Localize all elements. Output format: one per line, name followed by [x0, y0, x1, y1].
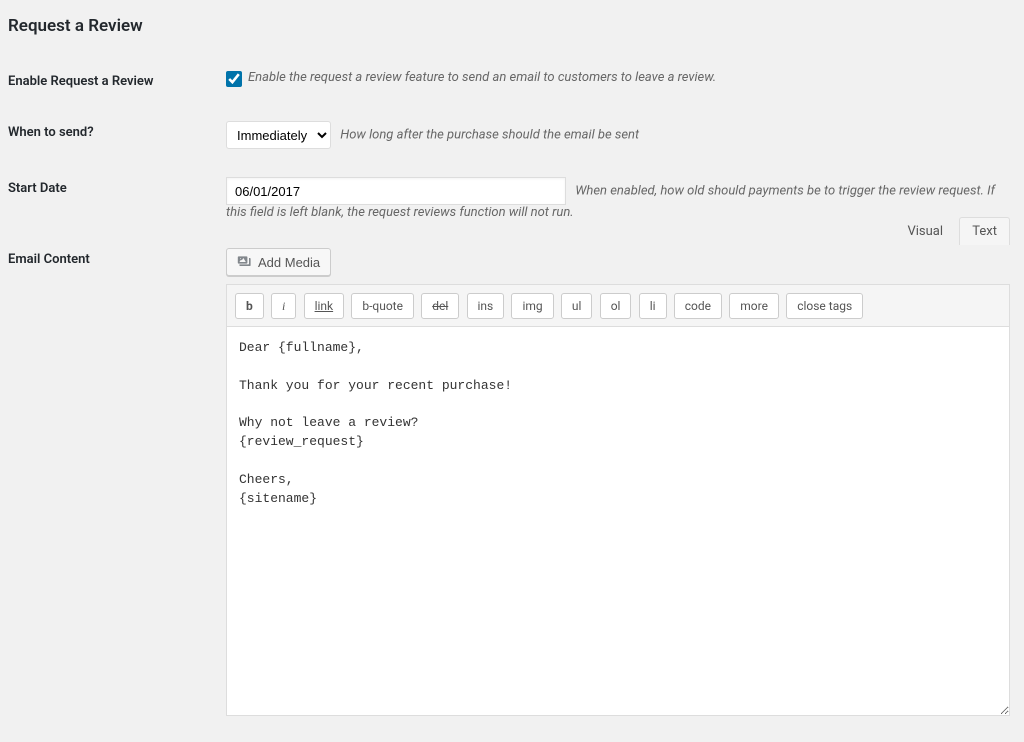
qt-img[interactable]: img: [511, 293, 553, 319]
editor-wrap: Add Media Visual Text b i link b-quote: [226, 248, 1010, 720]
enable-desc: Enable the request a review feature to s…: [248, 70, 716, 85]
qt-ol[interactable]: ol: [600, 293, 632, 319]
section-title: Request a Review: [8, 16, 1016, 36]
qt-italic[interactable]: i: [271, 293, 296, 319]
qt-more[interactable]: more: [729, 293, 779, 319]
enable-checkbox[interactable]: [226, 71, 242, 87]
qt-link[interactable]: link: [304, 293, 345, 319]
quicktags-toolbar: b i link b-quote del ins img ul ol li co…: [226, 284, 1010, 326]
qt-code[interactable]: code: [674, 293, 722, 319]
tab-text[interactable]: Text: [959, 217, 1010, 245]
add-media-label: Add Media: [258, 255, 320, 270]
when-label: When to send?: [8, 107, 226, 163]
settings-table: Enable Request a Review Enable the reque…: [8, 56, 1016, 734]
start-date-label: Start Date: [8, 163, 226, 234]
start-date-input[interactable]: [226, 177, 566, 205]
add-media-button[interactable]: Add Media: [226, 248, 331, 276]
qt-bquote[interactable]: b-quote: [351, 293, 414, 319]
enable-label: Enable Request a Review: [8, 56, 226, 107]
qt-ul[interactable]: ul: [561, 293, 593, 319]
qt-close[interactable]: close tags: [786, 293, 863, 319]
qt-del[interactable]: del: [421, 293, 459, 319]
qt-bold[interactable]: b: [235, 293, 264, 319]
when-desc: How long after the purchase should the e…: [340, 127, 639, 142]
qt-ins[interactable]: ins: [467, 293, 505, 319]
email-content-textarea[interactable]: [226, 326, 1010, 716]
email-content-label: Email Content: [8, 234, 226, 734]
tab-visual[interactable]: Visual: [894, 217, 956, 245]
when-select[interactable]: Immediately: [226, 121, 331, 149]
qt-li[interactable]: li: [639, 293, 667, 319]
media-icon: [237, 254, 253, 270]
